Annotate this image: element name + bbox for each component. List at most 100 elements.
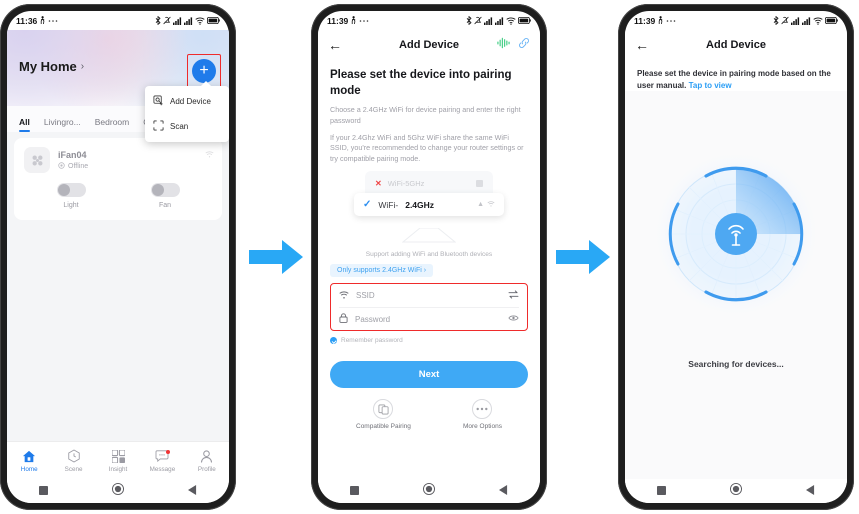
paragraph-2: If your 2.4Ghz WiFi and 5Ghz WiFi share … <box>330 132 524 164</box>
plus-icon[interactable]: + <box>192 59 216 83</box>
compatible-pairing-label: Compatible Pairing <box>356 423 411 431</box>
tab-message-label: Message <box>149 465 176 473</box>
more-icon <box>48 19 58 23</box>
control-light[interactable]: Light <box>56 183 86 209</box>
recents-square-icon[interactable] <box>350 482 359 500</box>
signal-block-icon <box>476 180 483 188</box>
next-button[interactable]: Next <box>330 361 528 389</box>
link-icon[interactable] <box>518 36 530 54</box>
laptop-stand-icon <box>402 228 456 243</box>
tab-insight[interactable]: Insight <box>96 449 140 473</box>
wifi-icon <box>205 145 214 163</box>
bluetooth-icon <box>155 16 161 25</box>
add-device-icon <box>153 95 164 108</box>
mute-icon <box>781 16 789 25</box>
bluetooth-icon <box>466 16 472 25</box>
more-icon <box>666 19 676 23</box>
message-icon <box>140 449 184 464</box>
only-24ghz-chip[interactable]: Only supports 2.4GHz WiFi › <box>330 264 434 278</box>
eye-icon[interactable] <box>508 314 519 324</box>
home-circle-icon[interactable] <box>423 482 435 500</box>
screen-home: 11:36 My Home › + Add Device Scan All Li… <box>7 11 229 503</box>
battery-icon <box>825 17 838 24</box>
flow-arrow-1 <box>249 239 304 280</box>
pairing-setup-body: Please set the device into pairing mode … <box>318 60 540 503</box>
ssid-input[interactable]: SSID <box>356 291 375 300</box>
android-nav-bar-2 <box>318 479 540 503</box>
lock-small-icon: ▲ <box>477 201 484 209</box>
tab-livingroom[interactable]: Livingro... <box>44 117 81 132</box>
wifi-24ghz-row[interactable]: ✓ WiFi- 2.4GHz ▲ <box>354 193 504 217</box>
ssid-field-row[interactable]: SSID <box>339 284 519 307</box>
device-name: iFan04 <box>58 149 87 160</box>
recents-square-icon[interactable] <box>657 482 666 500</box>
more-options-option[interactable]: More Options <box>463 399 502 430</box>
compatible-pairing-option[interactable]: Compatible Pairing <box>356 399 411 430</box>
device-list: iFan04 Offline Light Fan <box>7 132 229 441</box>
three-step-flow: 11:36 My Home › + Add Device Scan All Li… <box>0 0 859 514</box>
compatible-pairing-icon <box>373 399 394 420</box>
tab-message[interactable]: Message <box>140 449 184 473</box>
home-icon <box>7 449 51 464</box>
offline-dot-icon <box>58 161 65 171</box>
home-circle-icon[interactable] <box>730 482 742 500</box>
tab-home[interactable]: Home <box>7 449 51 473</box>
lock-icon <box>339 313 348 325</box>
back-triangle-icon[interactable] <box>806 482 815 500</box>
menu-item-add-device[interactable]: Add Device <box>145 89 229 114</box>
switch-network-icon[interactable] <box>508 290 519 301</box>
screen-pairing-setup: 11:39 ← Add Device Please set the device… <box>318 11 540 503</box>
password-input[interactable]: Password <box>355 315 390 324</box>
status-bar-1: 11:36 <box>7 11 229 30</box>
searching-body: Searching for devices... <box>625 91 847 497</box>
more-options-icon <box>472 399 493 420</box>
tab-bedroom[interactable]: Bedroom <box>95 117 130 132</box>
status-bar-3: 11:39 <box>625 11 847 30</box>
wifi-illustration: ✕ WiFi-5GHz ✓ WiFi- 2.4GHz ▲ Support add… <box>330 171 528 258</box>
light-toggle[interactable] <box>56 183 86 197</box>
app-bar-3: ← Add Device <box>625 30 847 60</box>
radar-animation <box>651 149 821 324</box>
home-name-label: My Home <box>19 59 77 74</box>
profile-icon <box>185 449 229 464</box>
add-menu-dropdown: Add Device Scan <box>145 81 229 142</box>
chevron-right-icon: › <box>80 61 85 72</box>
signal-icon <box>802 16 811 25</box>
device-status: Offline <box>58 161 88 171</box>
wifi-small-icon <box>487 200 495 209</box>
tap-to-view-link[interactable]: Tap to view <box>689 81 732 90</box>
tab-profile[interactable]: Profile <box>185 449 229 473</box>
back-triangle-icon[interactable] <box>188 482 197 500</box>
more-icon <box>359 19 369 23</box>
insight-icon <box>96 449 140 464</box>
checkbox-checked-icon[interactable] <box>330 337 337 345</box>
tab-home-label: Home <box>20 465 38 473</box>
phone-frame-2: 11:39 ← Add Device Please set the device… <box>311 4 547 510</box>
password-field-row[interactable]: Password <box>339 307 519 330</box>
signal-icon <box>495 16 504 25</box>
pairing-note-text: Please set the device in pairing mode ba… <box>637 69 831 90</box>
recents-square-icon[interactable] <box>39 482 48 500</box>
tab-scene-label: Scene <box>64 465 83 473</box>
device-card-ifan04[interactable]: iFan04 Offline Light Fan <box>14 138 222 220</box>
fan-toggle[interactable] <box>150 183 180 197</box>
phone-frame-3: 11:39 ← Add Device Please set the device… <box>618 4 854 510</box>
back-triangle-icon[interactable] <box>499 482 508 500</box>
menu-item-scan[interactable]: Scan <box>145 114 229 139</box>
tab-profile-label: Profile <box>197 465 216 473</box>
tab-all[interactable]: All <box>19 117 30 132</box>
home-circle-icon[interactable] <box>112 482 124 500</box>
scan-icon <box>153 120 164 133</box>
flow-arrow-2 <box>556 239 611 280</box>
message-badge <box>165 449 170 454</box>
wifi-24-prefix: WiFi- <box>378 199 399 210</box>
wifi-icon <box>506 17 516 25</box>
voice-wave-icon[interactable] <box>497 36 510 54</box>
phone-frame-1: 11:36 My Home › + Add Device Scan All Li… <box>0 4 236 510</box>
tab-scene[interactable]: Scene <box>51 449 95 473</box>
control-fan[interactable]: Fan <box>150 183 180 209</box>
home-name-selector[interactable]: My Home › <box>19 59 84 74</box>
page-title: Add Device <box>706 39 766 51</box>
remember-password-row[interactable]: Remember password <box>330 337 528 345</box>
wifi-credentials-form: SSID Password <box>330 283 528 332</box>
